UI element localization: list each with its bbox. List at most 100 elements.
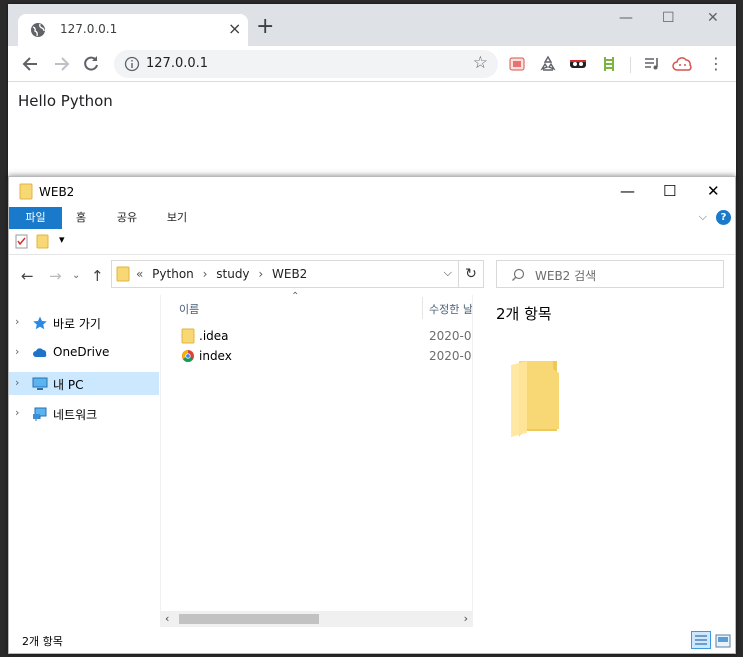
tab-close-icon[interactable]: × xyxy=(228,19,241,39)
address-dropdown-icon[interactable]: ⌵ xyxy=(444,266,452,280)
browser-window: 127.0.0.1 × + — ☐ ✕ 127.0.0.1 ☆ ⋮ Hello … xyxy=(8,4,736,180)
expand-arrow-icon[interactable]: › xyxy=(15,345,19,358)
refresh-button[interactable]: ↻ xyxy=(459,260,484,288)
breadcrumb-web2[interactable]: WEB2 xyxy=(272,267,307,281)
details-view-icon[interactable] xyxy=(691,631,711,649)
breadcrumb-study[interactable]: study xyxy=(216,267,249,281)
horizontal-scrollbar[interactable]: ‹ › xyxy=(161,611,472,627)
toolbar-divider xyxy=(630,57,631,73)
new-folder-icon[interactable] xyxy=(36,234,49,253)
nav-item-this-pc[interactable]: › 내 PC xyxy=(9,372,159,395)
expand-arrow-icon[interactable]: › xyxy=(15,406,19,419)
breadcrumb-python[interactable]: Python xyxy=(152,267,194,281)
folder-icon xyxy=(19,183,33,200)
explorer-address-bar[interactable]: « Python › study › WEB2 ⌵ xyxy=(111,260,459,288)
tab-share[interactable]: 공유 xyxy=(109,207,145,229)
nav-item-onedrive[interactable]: › OneDrive xyxy=(9,341,159,364)
minimize-button[interactable]: — xyxy=(620,182,635,200)
file-name: index xyxy=(199,349,232,363)
reload-icon[interactable] xyxy=(80,53,102,75)
bookmark-star-icon[interactable]: ☆ xyxy=(473,53,488,73)
browser-tab[interactable]: 127.0.0.1 × xyxy=(18,14,248,46)
search-icon xyxy=(511,267,525,281)
status-text: 2개 항목 xyxy=(22,635,63,648)
navigation-pane: › 바로 가기 › OneDrive › 내 PC › 네트워크 xyxy=(9,295,161,627)
image-ext-icon[interactable] xyxy=(508,55,526,73)
breadcrumb-separator-icon: › xyxy=(202,267,208,281)
file-list: ⌃ 이름 수정한 날짜 .idea 2020-07 index 2020-07 … xyxy=(161,291,472,627)
forward-icon[interactable] xyxy=(50,53,72,75)
chrome-icon xyxy=(181,348,195,364)
preview-pane: 2개 항목 xyxy=(472,295,735,627)
properties-icon[interactable] xyxy=(15,234,28,253)
window-title: WEB2 xyxy=(39,185,75,199)
scroll-left-icon[interactable]: ‹ xyxy=(165,612,169,625)
forward-icon[interactable]: → xyxy=(49,267,62,285)
folder-icon xyxy=(116,266,130,286)
file-row[interactable]: .idea 2020-07 xyxy=(161,326,472,346)
file-name: .idea xyxy=(199,329,229,343)
large-icons-view-icon[interactable] xyxy=(715,633,731,648)
computer-icon xyxy=(32,376,48,390)
breadcrumb-overflow[interactable]: « xyxy=(136,267,143,281)
close-button[interactable]: ✕ xyxy=(707,182,720,200)
ribbon-tabs: 파일 홈 공유 보기 ⌵ ? xyxy=(9,207,735,229)
close-button[interactable]: ✕ xyxy=(707,10,719,26)
new-tab-button[interactable]: + xyxy=(256,16,274,38)
nav-item-quick-access[interactable]: › 바로 가기 xyxy=(9,311,159,334)
playlist-ext-icon[interactable] xyxy=(643,55,661,73)
search-input[interactable]: WEB2 검색 xyxy=(496,260,724,288)
column-date[interactable]: 수정한 날짜 xyxy=(429,301,472,317)
cloud-ext-icon[interactable] xyxy=(672,55,692,73)
tab-file[interactable]: 파일 xyxy=(9,207,62,229)
preview-item-count: 2개 항목 xyxy=(496,305,552,323)
tab-view[interactable]: 보기 xyxy=(159,207,195,229)
up-icon[interactable]: ↑ xyxy=(91,267,104,285)
nav-label: 바로 가기 xyxy=(53,317,101,331)
star-icon xyxy=(32,315,48,330)
help-icon[interactable]: ? xyxy=(716,210,731,225)
nav-label: 네트워크 xyxy=(53,408,98,422)
back-icon[interactable] xyxy=(20,53,42,75)
customize-toolbar-icon[interactable]: ▾ xyxy=(59,233,65,246)
maximize-button[interactable]: ☐ xyxy=(662,10,675,26)
nav-label: OneDrive xyxy=(53,345,110,359)
url-text: 127.0.0.1 xyxy=(146,56,209,71)
column-header: ⌃ 이름 수정한 날짜 xyxy=(161,291,472,319)
address-bar[interactable]: 127.0.0.1 ☆ xyxy=(114,50,498,78)
network-icon xyxy=(32,406,48,421)
column-name[interactable]: 이름 xyxy=(179,301,199,317)
recent-locations-icon[interactable]: ⌄ xyxy=(72,270,80,281)
expand-arrow-icon[interactable]: › xyxy=(15,376,19,389)
globe-icon xyxy=(30,22,46,38)
minimize-button[interactable]: — xyxy=(619,10,633,26)
mask-ext-icon[interactable] xyxy=(569,55,587,73)
maximize-button[interactable]: ☐ xyxy=(663,182,676,200)
status-bar: 2개 항목 xyxy=(9,627,735,653)
nav-item-network[interactable]: › 네트워크 xyxy=(9,402,159,425)
scrollbar-thumb[interactable] xyxy=(179,614,319,624)
expand-arrow-icon[interactable]: › xyxy=(15,315,19,328)
recycle-ext-icon[interactable] xyxy=(539,55,557,73)
explorer-titlebar: WEB2 — ☐ ✕ xyxy=(9,177,735,207)
tab-home[interactable]: 홈 xyxy=(67,207,95,229)
file-row[interactable]: index 2020-07 xyxy=(161,346,472,366)
menu-icon[interactable]: ⋮ xyxy=(708,55,724,73)
breadcrumb: « Python › study › WEB2 xyxy=(136,267,312,281)
sort-ascending-icon: ⌃ xyxy=(291,291,300,302)
column-divider[interactable] xyxy=(422,297,423,319)
page-text: Hello Python xyxy=(18,92,113,110)
explorer-window: WEB2 — ☐ ✕ 파일 홈 공유 보기 ⌵ ? ▾ ← → ⌄ ↑ « Py… xyxy=(8,176,736,654)
quick-access-toolbar: ▾ xyxy=(9,229,735,255)
tab-title: 127.0.0.1 xyxy=(60,22,118,36)
browser-toolbar: 127.0.0.1 ☆ ⋮ xyxy=(8,46,736,82)
ladder-ext-icon[interactable] xyxy=(600,55,618,73)
file-date: 2020-07 xyxy=(429,349,472,363)
tab-strip: 127.0.0.1 × + — ☐ ✕ xyxy=(8,4,736,46)
large-folder-icon xyxy=(509,357,569,439)
ribbon-expand-icon[interactable]: ⌵ xyxy=(699,210,707,224)
folder-icon xyxy=(181,328,195,344)
back-icon[interactable]: ← xyxy=(21,267,34,285)
scroll-right-icon[interactable]: › xyxy=(464,612,468,625)
info-icon[interactable] xyxy=(124,56,140,72)
